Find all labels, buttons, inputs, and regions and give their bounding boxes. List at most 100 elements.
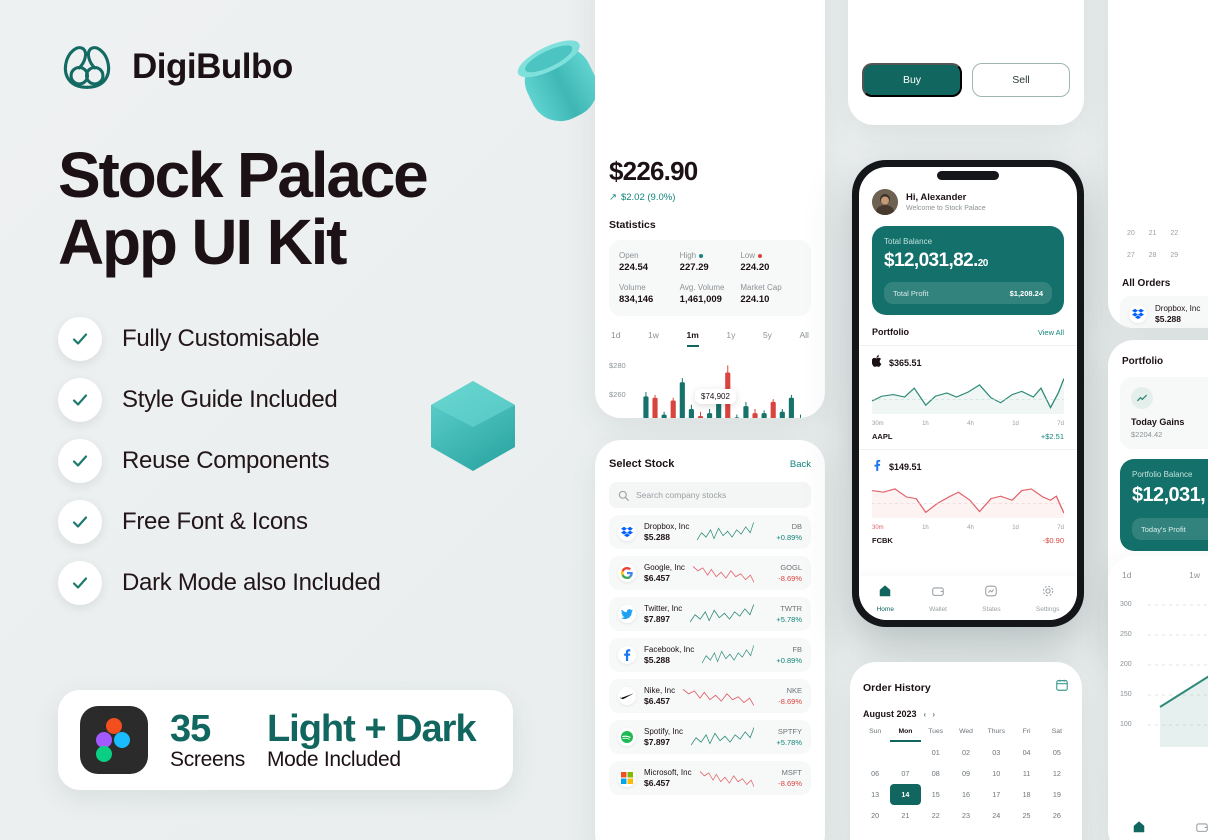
tab-settings[interactable]: Settings	[1036, 584, 1059, 613]
stock-row[interactable]: Google, Inc $6.457 GOGL -8.69%	[609, 556, 811, 590]
calendar-day[interactable]: 11	[1011, 763, 1041, 784]
calendar-day[interactable]: 02	[951, 742, 981, 763]
calendar-weekday[interactable]: Sat	[1042, 728, 1072, 742]
stock-row[interactable]: Nike, Inc $6.457 NKE -8.69%	[609, 679, 811, 713]
calendar-day[interactable]: 15	[921, 784, 951, 805]
range-tab-all[interactable]: All	[800, 330, 809, 347]
tab-wallet[interactable]: Wallet	[1193, 820, 1208, 840]
stock-sparkline	[702, 645, 754, 664]
tab-home[interactable]: Home	[877, 584, 894, 613]
calendar-weekday[interactable]: Sun	[860, 728, 890, 742]
stock-name: Nike, Inc	[644, 686, 676, 695]
calendar-day[interactable]: 21	[890, 805, 920, 826]
candle	[743, 406, 749, 418]
candle	[716, 403, 722, 418]
balance-value: $12,031,82.20	[884, 250, 1052, 272]
range-tab-1d[interactable]: 1d	[611, 330, 620, 347]
avatar	[872, 189, 898, 215]
stock-change: +5.78%	[776, 738, 802, 747]
stock-row[interactable]: Twitter, Inc $7.897 TWTR +5.78%	[609, 597, 811, 631]
calendar-day[interactable]: 07	[890, 763, 920, 784]
stat-cell: Market Cap 224.10	[740, 283, 801, 305]
calendar-day[interactable]: 26	[1042, 805, 1072, 826]
calendar-week: 20 21 22 23 24 25 26	[860, 805, 1072, 826]
calendar-day[interactable]: 01	[921, 742, 951, 763]
performance-chart-card: 1d 1w 1m 300 250 200 150 100	[1108, 556, 1208, 840]
stock-change: -8.69%	[778, 574, 802, 583]
stock-row[interactable]: Dropbox, Inc $5.288 DB +0.89%	[609, 515, 811, 549]
calendar-day[interactable]: 06	[860, 763, 890, 784]
stock-stats: FB +0.89%	[762, 645, 802, 665]
stat-key: Low	[740, 251, 756, 260]
calendar-day[interactable]: 19	[1042, 784, 1072, 805]
range-tab-5y[interactable]: 5y	[763, 330, 772, 347]
candle	[688, 408, 694, 418]
promo-panel: DigiBulbo Stock Palace App UI Kit Fully …	[58, 36, 578, 606]
calendar-day[interactable]: 13	[860, 784, 890, 805]
stock-price: $6.457	[644, 573, 670, 583]
mini-calendar-row: 20 21 22	[1120, 222, 1208, 244]
candle	[752, 413, 758, 418]
order-row[interactable]: Dropbox, Inc $5.288	[1120, 296, 1208, 328]
view-all-link[interactable]: View All	[1038, 328, 1064, 337]
range-tab-1w[interactable]: 1w	[648, 330, 659, 347]
calendar-day[interactable]: 04	[1011, 742, 1041, 763]
stock-price: $7.897	[644, 737, 670, 747]
mini-calendar: 20 21 22 27 28 29	[1108, 0, 1208, 266]
calendar-icon[interactable]	[1055, 678, 1069, 697]
calendar-day[interactable]: 23	[951, 805, 981, 826]
tab-wallet[interactable]: Wallet	[929, 584, 947, 613]
select-stock-card: Select Stock Back Search company stocks …	[595, 440, 825, 840]
stock-name: Twitter, Inc	[644, 604, 683, 613]
calendar-day[interactable]: 09	[951, 763, 981, 784]
stock-row[interactable]: Spotify, Inc $7.897 SPTFY +5.78%	[609, 720, 811, 754]
trend-up-icon: ↗	[609, 192, 617, 203]
decor-hexagon-icon	[425, 375, 521, 475]
range-tab-1d[interactable]: 1d	[1122, 570, 1131, 587]
calendar-day[interactable]: 18	[1011, 784, 1041, 805]
calendar-day[interactable]: 14	[890, 784, 921, 805]
tab-states[interactable]: States	[982, 584, 1001, 613]
stock-row[interactable]: Facebook, Inc $5.288 FB +0.89%	[609, 638, 811, 672]
holding-row-fcbk[interactable]: $149.51 30m 1h 4h 1d 7d FCBK -$0.90	[859, 449, 1077, 545]
sell-button[interactable]: Sell	[972, 63, 1070, 97]
calendar-day[interactable]: 05	[1042, 742, 1072, 763]
month-nav[interactable]: ‹ ›	[924, 710, 938, 719]
buy-button[interactable]: Buy	[862, 63, 962, 97]
stock-price: $7.897	[644, 614, 670, 624]
balance-label: Total Balance	[884, 237, 933, 246]
calendar-day[interactable]: 03	[981, 742, 1011, 763]
holding-row-aapl[interactable]: $365.51 30m 1h 4h 1d 7d AAPL +$2.51	[859, 345, 1077, 441]
calendar-day[interactable]	[860, 742, 890, 763]
calendar-weekday[interactable]: Tues	[921, 728, 951, 742]
calendar-day[interactable]: 10	[981, 763, 1011, 784]
calendar-day[interactable]: 24	[981, 805, 1011, 826]
time-tick: 1h	[922, 421, 929, 427]
calendar-weekday[interactable]: Mon	[890, 728, 921, 742]
tab-home[interactable]: Home	[1130, 820, 1147, 840]
range-tab-1y[interactable]: 1y	[726, 330, 735, 347]
calendar-day[interactable]: 12	[1042, 763, 1072, 784]
range-tab-1w[interactable]: 1w	[1189, 570, 1200, 587]
calendar-weekday[interactable]: Thurs	[981, 728, 1011, 742]
range-tab-1m[interactable]: 1m	[686, 330, 699, 347]
candle	[643, 396, 649, 418]
calendar-day[interactable]: 22	[921, 805, 951, 826]
back-button[interactable]: Back	[790, 459, 811, 470]
stock-sparkline	[699, 771, 754, 788]
mini-day: 27	[1126, 251, 1135, 259]
calendar-day[interactable]: 16	[951, 784, 981, 805]
calendar-weekday[interactable]: Wed	[951, 728, 981, 742]
calendar-day[interactable]: 17	[981, 784, 1011, 805]
calendar-day[interactable]: 08	[921, 763, 951, 784]
stock-row[interactable]: Microsoft, Inc $6.457 MSFT -8.69%	[609, 761, 811, 795]
calendar-day[interactable]	[890, 742, 920, 763]
calendar-weekday[interactable]: Fri	[1011, 728, 1041, 742]
calendar-day[interactable]: 20	[860, 805, 890, 826]
screens-label: Screens	[170, 747, 245, 771]
feature-label: Free Font & Icons	[122, 508, 308, 536]
calendar-day[interactable]: 25	[1011, 805, 1041, 826]
stock-symbol: FB	[792, 645, 802, 654]
stock-list: Dropbox, Inc $5.288 DB +0.89% Google, Inc $6.…	[595, 515, 825, 795]
search-input[interactable]: Search company stocks	[609, 482, 811, 508]
